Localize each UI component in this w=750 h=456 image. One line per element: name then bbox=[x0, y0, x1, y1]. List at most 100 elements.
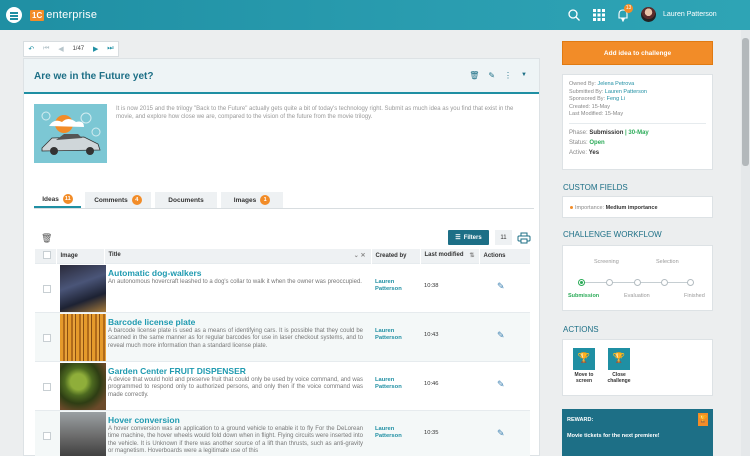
idea-creator-link[interactable]: Lauren Patterson bbox=[375, 279, 420, 294]
status-label: Status: bbox=[569, 139, 588, 146]
row-checkbox[interactable] bbox=[43, 284, 51, 293]
idea-thumbnail[interactable] bbox=[60, 264, 106, 312]
custom-fields-card: Importance: Medium importance bbox=[562, 196, 713, 218]
move-to-screen-action[interactable]: 🏆 Move to screen bbox=[572, 348, 596, 384]
delete-icon[interactable]: 🗑 bbox=[469, 71, 479, 80]
actions-card: 🏆 Move to screen 🏆 Close challenge bbox=[562, 339, 713, 396]
idea-creator-link[interactable]: Lauren Patterson bbox=[375, 377, 420, 392]
sponsored-by-link[interactable]: Feng Li bbox=[607, 96, 625, 102]
idea-title-link[interactable]: Automatic dog-walkers bbox=[108, 268, 371, 278]
idea-description: A device that would hold and preserve fr… bbox=[108, 376, 363, 398]
column-header-title[interactable]: Title ⌄ ✕ bbox=[104, 249, 372, 263]
idea-modified-time: 10:43 bbox=[424, 331, 439, 338]
app-logo[interactable]: 1C enterprise bbox=[30, 8, 97, 22]
table-row[interactable]: Barcode license plate A barcode license … bbox=[35, 311, 530, 361]
importance-value: Medium importance bbox=[605, 205, 658, 211]
edit-idea-icon[interactable]: ✎ bbox=[497, 281, 530, 292]
select-all-checkbox[interactable] bbox=[43, 250, 51, 259]
idea-title-link[interactable]: Garden Center FRUIT DISPENSER bbox=[108, 366, 371, 376]
filter-icon: ☰ bbox=[455, 235, 461, 241]
scrollbar-thumb[interactable] bbox=[742, 38, 749, 166]
active-value: Yes bbox=[588, 149, 600, 156]
print-icon[interactable] bbox=[517, 232, 531, 244]
row-checkbox[interactable] bbox=[43, 431, 51, 440]
last-page-icon[interactable]: ⏭ bbox=[107, 45, 113, 53]
trophy-icon: 🏆 bbox=[608, 348, 630, 370]
search-icon[interactable] bbox=[567, 8, 581, 22]
idea-title-link[interactable]: Barcode license plate bbox=[108, 317, 371, 327]
bullet-icon bbox=[570, 206, 573, 209]
close-challenge-action[interactable]: 🏆 Close challenge bbox=[607, 348, 631, 384]
column-modified-label: Last modified bbox=[424, 252, 464, 259]
submitted-by-label: Submitted By: bbox=[569, 88, 604, 95]
workflow-card: Screening Selection Submission Evaluatio… bbox=[562, 245, 713, 311]
last-modified-row: Last Modified: 15-May bbox=[569, 111, 706, 119]
trophy-icon: 🏆 bbox=[573, 348, 595, 370]
column-header-image: Image bbox=[56, 249, 105, 263]
hamburger-menu-icon[interactable] bbox=[6, 7, 22, 23]
edit-icon[interactable]: ✎ bbox=[488, 71, 495, 80]
table-row[interactable]: Garden Center FRUIT DISPENSER A device t… bbox=[35, 360, 530, 410]
workflow-step-evaluation: Evaluation bbox=[624, 293, 650, 299]
phase-value: Submission bbox=[589, 129, 624, 136]
user-name[interactable]: Lauren Patterson bbox=[663, 11, 717, 18]
table-row[interactable]: Hover conversion A hover conversion was … bbox=[35, 409, 530, 456]
challenge-description: It is now 2015 and the trilogy "Back to … bbox=[116, 106, 514, 120]
column-header-created-by[interactable]: Created by bbox=[371, 249, 421, 263]
idea-creator-link[interactable]: Lauren Patterson bbox=[375, 328, 420, 343]
more-vertical-icon[interactable]: ⋮ bbox=[504, 71, 512, 80]
phase-date: | 30-May bbox=[625, 129, 649, 136]
prev-page-icon[interactable]: ◀ bbox=[58, 45, 63, 53]
back-arrow-icon[interactable]: ↶ bbox=[28, 45, 34, 53]
content-tabs: Ideas 11 Comments 4 Documents Images 1 bbox=[34, 192, 534, 209]
row-checkbox[interactable] bbox=[43, 382, 51, 391]
column-controls-icon[interactable]: ⌄ ✕ bbox=[354, 252, 366, 259]
tab-documents[interactable]: Documents bbox=[155, 192, 217, 208]
sort-icon[interactable]: ⇅ bbox=[469, 252, 474, 259]
challenge-card: Are we in the Future yet? 🗑 ✎ ⋮ ▼ It is … bbox=[23, 58, 540, 456]
edit-idea-icon[interactable]: ✎ bbox=[497, 428, 530, 439]
workflow-node-screening bbox=[606, 279, 613, 286]
result-count: 11 bbox=[495, 230, 512, 245]
user-avatar[interactable] bbox=[641, 7, 656, 22]
idea-description: A barcode license plate is used as a mea… bbox=[108, 327, 363, 349]
column-header-last-modified[interactable]: Last modified ⇅ bbox=[420, 249, 480, 263]
edit-idea-icon[interactable]: ✎ bbox=[497, 379, 530, 390]
tab-ideas[interactable]: Ideas 11 bbox=[34, 192, 81, 208]
edit-idea-icon[interactable]: ✎ bbox=[497, 330, 530, 341]
idea-thumbnail[interactable] bbox=[60, 411, 106, 456]
idea-creator-link[interactable]: Lauren Patterson bbox=[375, 426, 420, 441]
tab-images[interactable]: Images 1 bbox=[221, 192, 283, 208]
logo-badge: 1C bbox=[30, 9, 45, 21]
header-actions: 🗑 ✎ ⋮ ▼ bbox=[469, 71, 527, 80]
dropdown-caret-icon[interactable]: ▼ bbox=[521, 72, 527, 80]
reward-text: Movie tickets for the next premiere! bbox=[567, 433, 660, 439]
submitted-by-row: Submitted By: Lauren Patterson bbox=[569, 89, 706, 97]
submitted-by-link[interactable]: Lauren Patterson bbox=[605, 89, 647, 95]
next-page-icon[interactable]: ▶ bbox=[93, 45, 98, 53]
tab-comments[interactable]: Comments 4 bbox=[85, 192, 151, 208]
reward-card: REWARD: Movie tickets for the next premi… bbox=[562, 409, 713, 456]
row-checkbox[interactable] bbox=[43, 333, 51, 342]
page-title: Are we in the Future yet? bbox=[34, 71, 154, 82]
filters-button[interactable]: ☰ Filters bbox=[448, 230, 489, 245]
idea-thumbnail[interactable] bbox=[60, 362, 106, 410]
created-row: Created: 15-May bbox=[569, 104, 706, 112]
logo-text: enterprise bbox=[46, 9, 98, 21]
apps-grid-icon[interactable] bbox=[592, 8, 606, 22]
workflow-step-finished: Finished bbox=[684, 293, 705, 299]
idea-modified-time: 10:38 bbox=[424, 282, 439, 289]
active-row: Active: Yes bbox=[569, 148, 706, 158]
tab-badge: 1 bbox=[260, 195, 271, 205]
first-page-icon[interactable]: ⏮ bbox=[43, 45, 49, 53]
sponsored-by-label: Sponsored By: bbox=[569, 96, 606, 102]
owned-by-row: Owned By: Jelena Petrova bbox=[569, 81, 706, 89]
add-idea-button[interactable]: Add idea to challenge bbox=[562, 41, 713, 65]
owned-by-link[interactable]: Jelena Petrova bbox=[597, 81, 634, 87]
idea-thumbnail[interactable] bbox=[60, 313, 106, 361]
workflow-node-submission bbox=[578, 279, 585, 286]
idea-title-link[interactable]: Hover conversion bbox=[108, 415, 371, 425]
sponsored-by-row: Sponsored By: Feng Li bbox=[569, 96, 706, 104]
bulk-delete-icon[interactable]: 🗑 bbox=[41, 233, 52, 244]
table-row[interactable]: Automatic dog-walkers An autonomous hove… bbox=[35, 262, 530, 312]
